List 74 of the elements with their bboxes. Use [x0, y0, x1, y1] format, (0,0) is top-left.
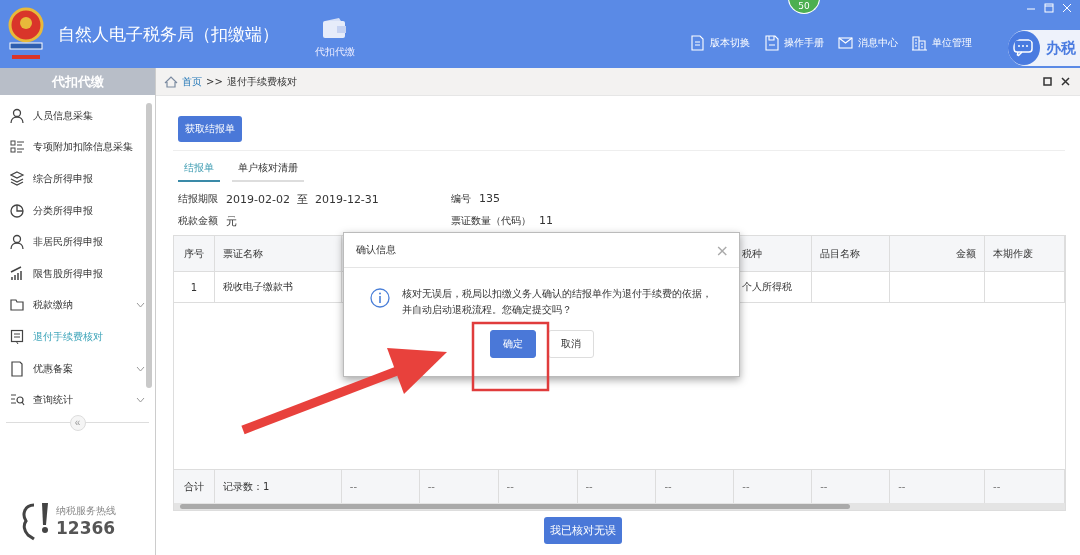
layers-icon [10, 171, 25, 187]
field-label: 编号 [451, 192, 471, 206]
toolbar-link[interactable]: 版本切换 [690, 35, 750, 51]
field-label: 票证数量（代码） [451, 214, 531, 228]
folder-icon [10, 297, 25, 314]
document-icon [690, 35, 705, 51]
form-icon [10, 328, 25, 345]
info-icon [370, 288, 390, 308]
building-icon [912, 35, 927, 51]
wallet-icon [322, 17, 348, 39]
sidebar-item[interactable]: 分类所得申报 [0, 194, 155, 227]
hotline-number: 12366 [56, 518, 116, 538]
person-icon [10, 234, 25, 251]
fetch-button[interactable]: 获取结报单 [178, 116, 242, 142]
chat-icon [1008, 31, 1040, 65]
field-label: 税款金额 [178, 214, 218, 228]
bar-chart-icon [10, 265, 25, 282]
sidebar-item[interactable]: 查询统计 [0, 384, 155, 416]
horizontal-scrollbar[interactable] [174, 503, 1065, 510]
dialog-title: 确认信息 [356, 243, 396, 257]
field-label: 结报期限 [178, 192, 218, 206]
page-icon [10, 360, 25, 377]
restore-icon [1043, 77, 1052, 86]
toolbar-link[interactable]: 操作手册 [764, 35, 824, 51]
home-icon [164, 75, 178, 88]
service-tab[interactable]: 办税 [1008, 30, 1080, 66]
ok-button[interactable]: 确定 [489, 330, 536, 358]
app-title: 自然人电子税务局（扣缴端） [58, 22, 279, 46]
sidebar-title: 代扣代缴 [0, 68, 155, 95]
sidebar-item[interactable]: 优惠备案 [0, 352, 155, 385]
column-header: 序号 [174, 236, 215, 271]
chevron-down-icon [136, 302, 145, 309]
nav-button[interactable]: 代扣代缴 [315, 9, 355, 59]
field-value: 元 [226, 214, 237, 229]
sidebar-item[interactable]: 人员信息采集 [0, 100, 155, 132]
column-header: 金额 [890, 236, 986, 271]
toolbar-link[interactable]: 单位管理 [912, 35, 972, 51]
person-icon [10, 107, 25, 124]
column-header: 品目名称 [812, 236, 891, 271]
sidebar-item[interactable]: 非居民所得申报 [0, 226, 155, 258]
tab[interactable]: 单户核对清册 [232, 161, 304, 182]
field-value: 2019-02-02 至 2019-12-31 [226, 192, 379, 207]
sidebar-item[interactable]: 限售股所得申报 [0, 257, 155, 290]
dialog-message: 核对无误后，税局以扣缴义务人确认的结报单作为退付手续费的依据，并自动启动退税流程。您确定提交吗？ [402, 287, 713, 317]
breadcrumb-link[interactable]: 首页 [182, 74, 202, 89]
table-cell: 税收电子缴款书 [214, 272, 342, 302]
count-badge: 50 [788, 0, 820, 14]
field-value: 135 [479, 192, 500, 207]
collapse-button[interactable]: « [69, 414, 86, 431]
mail-icon [838, 35, 853, 51]
breadcrumb-separator: >> [206, 76, 223, 87]
column-header: 本期作废 [985, 236, 1065, 271]
pie-chart-icon [10, 202, 25, 219]
sidebar-item[interactable]: 税款缴纳 [0, 289, 155, 322]
breadcrumb-current: 退付手续费核对 [226, 74, 297, 89]
cancel-button[interactable]: 取消 [547, 330, 594, 358]
maximize-icon [1044, 3, 1054, 13]
toolbar-link[interactable]: 消息中心 [838, 35, 898, 51]
close-icon [1062, 3, 1072, 13]
confirm-button[interactable]: 我已核对无误 [543, 517, 622, 544]
tab[interactable]: 结报单 [178, 161, 220, 182]
sidebar-item[interactable]: 综合所得申报 [0, 163, 155, 195]
field-value: 11 [539, 214, 553, 229]
column-header: 票证名称 [214, 236, 342, 271]
hotline-label: 纳税服务热线 [56, 504, 116, 518]
list-icon [10, 139, 25, 156]
sidebar-item[interactable]: 退付手续费核对 [0, 321, 155, 353]
close-icon [1061, 77, 1070, 86]
chevron-down-icon [136, 365, 145, 372]
sidebar-item[interactable]: 专项附加扣除信息采集 [0, 131, 155, 164]
close-button[interactable]: × [715, 240, 729, 260]
scrollbar[interactable] [146, 103, 152, 388]
chevron-down-icon [136, 397, 145, 404]
table-cell: 1 [174, 272, 215, 302]
